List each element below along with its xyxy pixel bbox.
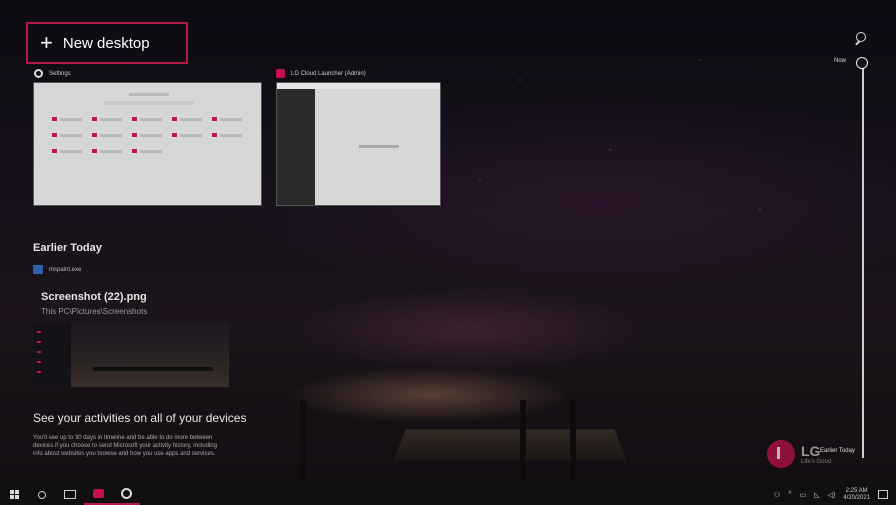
gear-icon	[34, 69, 43, 78]
taskbar-lg-cloud[interactable]	[84, 484, 112, 505]
lg-cloud-icon	[92, 489, 104, 498]
taskbar: ⚇ ^ ▭ ◺ ◁) 2:25 AM 4/20/2021	[0, 484, 896, 505]
windows-start-icon	[9, 490, 19, 499]
settings-window-title-text: Settings	[49, 70, 71, 77]
paint-app-icon	[33, 265, 43, 274]
lg-logo-tagline: Life's Good	[801, 459, 832, 465]
taskbar-settings[interactable]	[112, 484, 140, 505]
lg-brand-logo: LG Life's Good	[767, 440, 831, 468]
new-desktop-button[interactable]: + New desktop	[26, 22, 188, 64]
people-icon[interactable]: ⚇	[774, 491, 780, 499]
activity-card-screenshot[interactable]: Screenshot (22).png This PC\Pictures\Scr…	[33, 283, 229, 387]
pier-post	[520, 400, 526, 480]
lg-logo-word: LG	[801, 443, 821, 459]
activity-promo-heading: See your activities on all of your devic…	[33, 411, 247, 425]
lg-icon	[276, 69, 285, 78]
system-tray: ⚇ ^ ▭ ◺ ◁) 2:25 AM 4/20/2021	[774, 484, 896, 505]
activity-file-name: Screenshot (22).png	[41, 291, 147, 303]
clock-time: 2:25 AM	[845, 487, 868, 494]
timeline-scrollbar[interactable]	[862, 66, 864, 458]
settings-window-thumbnail[interactable]	[33, 82, 262, 206]
chevron-up-icon[interactable]: ^	[788, 491, 791, 498]
earlier-today-heading: Earlier Today	[33, 242, 102, 254]
pier-post	[570, 400, 576, 480]
lg-logo-icon	[767, 440, 795, 468]
clock-date: 4/20/2021	[843, 494, 870, 501]
taskbar-search-button[interactable]	[28, 484, 56, 505]
settings-gear-icon	[120, 488, 132, 499]
notification-center-icon[interactable]	[878, 490, 888, 499]
start-button[interactable]	[0, 484, 28, 505]
timeline-now-label: Now	[834, 58, 847, 64]
new-desktop-label: New desktop	[62, 34, 150, 52]
network-icon[interactable]: ◺	[814, 491, 819, 499]
lg-cloud-window-title-text: LG Cloud Launcher (Admin)	[291, 70, 366, 77]
task-view-button[interactable]	[56, 484, 84, 505]
task-view-icon	[64, 490, 76, 499]
lg-cloud-window-title: LG Cloud Launcher (Admin)	[276, 69, 366, 78]
timeline-search-icon[interactable]	[854, 32, 868, 46]
clock[interactable]: 2:25 AM 4/20/2021	[843, 488, 870, 502]
activity-promo-body: You'll see up to 30 days in timeline and…	[33, 435, 217, 457]
activity-app-row: mspaint.exe	[33, 265, 81, 274]
battery-icon[interactable]: ▭	[800, 491, 807, 499]
activity-file-preview	[33, 323, 229, 387]
lg-cloud-window-thumbnail[interactable]	[276, 82, 441, 206]
plus-icon: +	[40, 30, 53, 55]
pier-decoration	[393, 429, 627, 461]
activity-app-name: mspaint.exe	[49, 266, 82, 273]
search-icon	[38, 490, 46, 499]
activity-file-path: This PC\Pictures\Screenshots	[41, 307, 148, 316]
settings-window-title: Settings	[34, 69, 71, 78]
pier-post	[300, 400, 306, 480]
timeline-position-knob[interactable]	[856, 57, 868, 69]
volume-icon[interactable]: ◁)	[828, 491, 836, 499]
